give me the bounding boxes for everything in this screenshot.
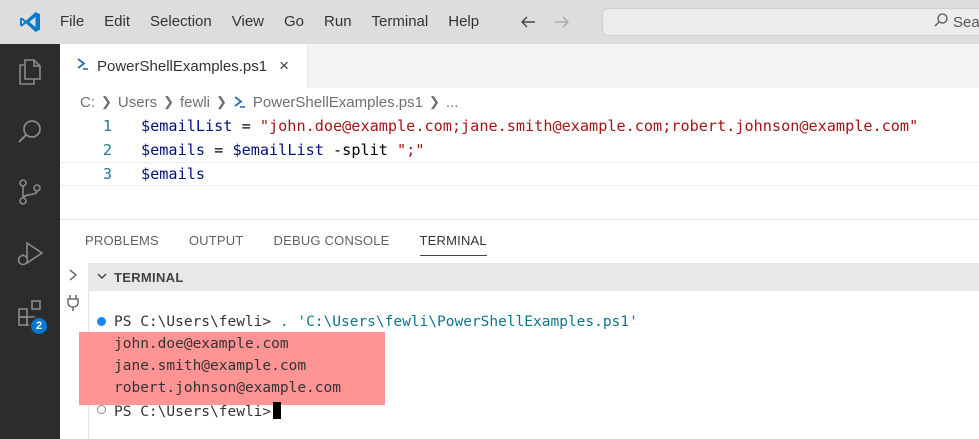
panel-tabs: PROBLEMS OUTPUT DEBUG CONSOLE TERMINAL [85,230,517,256]
close-icon[interactable]: × [279,56,289,76]
vscode-logo-icon [0,0,60,44]
back-arrow-icon[interactable] [517,11,539,33]
tab-output[interactable]: OUTPUT [189,230,244,256]
terminal-command-line: PS C:\Users\fewli> . 'C:\Users\fewli\Pow… [114,314,638,330]
line-number: 2 [102,141,112,159]
menu-run[interactable]: Run [314,0,362,44]
terminal-section-header[interactable]: TERMINAL [88,263,979,291]
menu-bar: File Edit Selection View Go Run Terminal… [60,0,489,44]
command-center-search[interactable]: Sea [602,8,979,36]
terminal-cursor [273,402,282,419]
idle-status-dot [97,405,106,414]
line-number: 1 [102,117,112,135]
variable-token: $emails [141,141,206,159]
extensions-badge: 2 [29,316,49,336]
explorer-icon[interactable] [14,56,46,88]
prompt-text: PS C:\Users\fewli> [114,314,280,330]
breadcrumb-users[interactable]: Users [118,94,157,111]
menu-file[interactable]: File [60,0,94,44]
string-token: "john.doe@example.com;jane.smith@example… [259,117,919,135]
command-text: . 'C:\Users\fewli\PowerShellExamples.ps1… [279,314,638,330]
code-line-2: 2 $emails = $emailList -split ";" [60,138,979,162]
terminal-output-line: jane.smith@example.com [114,358,307,374]
source-control-icon[interactable] [14,176,46,208]
powershell-icon [233,95,247,109]
tab-debug-console[interactable]: DEBUG CONSOLE [274,230,390,256]
activity-bar: 2 [0,44,60,439]
editor-tab-bar: PowerShellExamples.ps1 × [60,44,979,88]
menu-selection[interactable]: Selection [140,0,222,44]
menu-view[interactable]: View [222,0,274,44]
breadcrumb-drive[interactable]: C: [80,94,95,111]
powershell-icon [76,57,90,75]
search-view-icon[interactable] [14,116,46,148]
variable-token: $emailList [141,117,233,135]
navigation-arrows [517,11,573,33]
terminal-output-line: robert.johnson@example.com [114,380,341,396]
forward-arrow-icon[interactable] [551,11,573,33]
breadcrumb-user[interactable]: fewli [180,94,210,111]
line-number: 3 [102,165,112,183]
prompt-text: PS C:\Users\fewli> [114,404,272,420]
chevron-right-icon: ❯ [216,94,227,109]
chevron-right-icon: ❯ [163,94,174,109]
code-editor[interactable]: 1 $emailList = "john.doe@example.com;jan… [60,114,979,186]
tab-terminal[interactable]: TERMINAL [419,230,487,256]
chevron-down-icon [96,269,108,286]
breadcrumb-more[interactable]: ... [446,94,459,111]
chevron-right-icon[interactable] [67,268,79,286]
run-debug-icon[interactable] [14,238,46,270]
terminal-output-line: john.doe@example.com [114,336,289,352]
menu-go[interactable]: Go [274,0,314,44]
variable-token: $emails [141,165,206,183]
string-token: ";" [397,141,425,159]
plug-icon[interactable] [66,294,80,316]
code-line-3: 3 $emails [60,162,979,186]
tab-powershell-examples[interactable]: PowerShellExamples.ps1 × [60,44,308,88]
tab-label: PowerShellExamples.ps1 [97,57,268,75]
menu-terminal[interactable]: Terminal [362,0,439,44]
search-text: Sea [953,13,979,31]
menu-edit[interactable]: Edit [94,0,140,44]
operator-token: = [205,141,233,159]
command-status-dot[interactable] [97,317,106,326]
chevron-right-icon: ❯ [101,94,112,109]
variable-token: $emailList [232,141,324,159]
breadcrumb: C: ❯ Users ❯ fewli ❯ PowerShellExamples.… [80,92,458,112]
terminal-title: TERMINAL [114,269,184,285]
operator-token: = [232,117,260,135]
breadcrumb-file[interactable]: PowerShellExamples.ps1 [253,94,423,111]
search-icon [933,12,949,32]
terminal-prompt-line[interactable]: PS C:\Users\fewli> [114,402,282,420]
operator-token: -split [323,141,398,159]
title-bar: File Edit Selection View Go Run Terminal… [0,0,979,44]
menu-help[interactable]: Help [438,0,489,44]
code-line-1: 1 $emailList = "john.doe@example.com;jan… [60,114,979,138]
chevron-right-icon: ❯ [429,94,440,109]
tab-problems[interactable]: PROBLEMS [85,230,159,256]
panel-divider [60,219,979,220]
